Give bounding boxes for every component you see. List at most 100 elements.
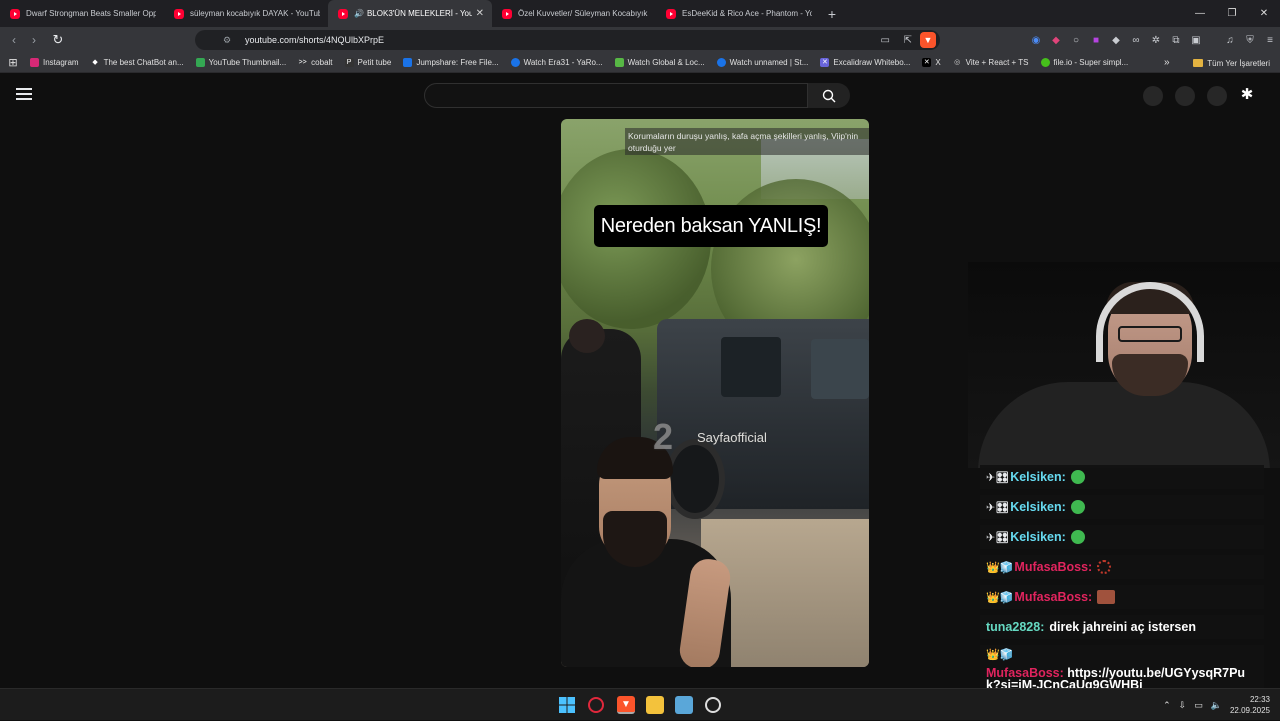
emote-icon — [1070, 530, 1085, 544]
share-icon[interactable]: ⇱ — [904, 35, 912, 46]
notifications-button[interactable] — [1175, 86, 1195, 106]
bookmark-jumpshare[interactable]: Jumpshare: Free File... — [403, 58, 499, 67]
youtube-icon — [666, 8, 676, 19]
watermark-mark: 2 — [653, 416, 674, 457]
network-icon[interactable]: ▭ — [1194, 700, 1203, 711]
create-button[interactable] — [1143, 86, 1163, 106]
obs-icon[interactable] — [705, 697, 721, 713]
extension-blank-icon[interactable]: ○ — [1066, 35, 1086, 46]
speaker-icon[interactable]: 🔊 — [354, 9, 364, 18]
tab-title: Dwarf Strongman Beats Smaller Opp — [26, 9, 156, 18]
new-tab-button[interactable]: + — [820, 0, 844, 27]
bookmark-excalidraw[interactable]: ✕ Excalidraw Whitebo... — [820, 58, 910, 67]
extension-glasses-icon[interactable]: ∞ — [1126, 35, 1146, 46]
opera-icon[interactable] — [588, 697, 604, 713]
tab-title: Özel Kuvvetler/ Süleyman Kocabıyık — [518, 9, 648, 18]
extensions-puzzle-icon[interactable]: ⧉ — [1166, 35, 1186, 46]
media-icon[interactable]: ♫ — [1220, 35, 1240, 46]
brave-shield-icon[interactable]: ▼ — [920, 32, 936, 48]
tab-dwarf-strongman[interactable]: Dwarf Strongman Beats Smaller Opp — [0, 0, 164, 27]
youtube-icon — [502, 8, 512, 19]
close-tab-icon[interactable]: ✕ — [476, 8, 484, 19]
clock[interactable]: 22:33 22.09.2025 — [1230, 694, 1270, 716]
bookmark-cobalt[interactable]: >> cobalt — [298, 58, 333, 67]
menu-icon[interactable]: ≡ — [1260, 35, 1280, 46]
bookmark-label: Watch Era31 - YaRo... — [523, 58, 603, 67]
avatar[interactable] — [1207, 86, 1227, 106]
volume-icon[interactable]: 🔈 — [1211, 700, 1222, 711]
cast-icon[interactable]: ▭ — [881, 35, 890, 46]
extension-purple-icon[interactable]: ■ — [1086, 35, 1106, 46]
chat-badges: 👑🧊 — [986, 649, 1014, 661]
stream-icon — [716, 58, 726, 67]
address-url[interactable]: youtube.com/shorts/4NQUlbXPrpE — [245, 35, 384, 45]
emote-icon — [1070, 470, 1085, 484]
chat-message: 👑🧊 MufasaBoss: — [980, 585, 1264, 609]
search-input[interactable] — [424, 83, 808, 108]
video-wheel — [665, 439, 725, 519]
folder-icon — [1193, 59, 1204, 67]
extension-wave-icon[interactable]: ◉ — [1026, 35, 1046, 46]
usb-icon[interactable]: ⇩ — [1179, 700, 1187, 711]
extension-shield-icon[interactable]: ◆ — [1046, 35, 1066, 46]
forward-icon[interactable]: › — [24, 33, 44, 47]
vpn-icon[interactable]: ⛨ — [1240, 35, 1260, 46]
bookmark-youtube-thumbnail[interactable]: YouTube Thumbnail... — [195, 58, 286, 67]
minimize-button[interactable]: — — [1184, 0, 1216, 27]
chevron-up-icon[interactable]: ⌃ — [1163, 700, 1171, 711]
bookmark-label: Watch Global & Loc... — [627, 58, 705, 67]
settings-gear-icon[interactable]: ✱ — [1238, 86, 1256, 104]
chat-message: tuna2828: direk jahreini aç istersen — [980, 615, 1264, 639]
diamond-icon: ◆ — [92, 59, 98, 66]
photos-icon[interactable] — [675, 696, 693, 714]
jumpshare-icon — [403, 58, 413, 67]
tab-ozel-kuvvetler[interactable]: Özel Kuvvetler/ Süleyman Kocabıyık — [492, 0, 656, 27]
bookmark-vite[interactable]: ◎ Vite + React + TS — [953, 58, 1028, 67]
file-explorer-icon[interactable] — [646, 696, 664, 714]
chat-badges: ✈🎛 — [986, 471, 1010, 484]
tab-esdeekid[interactable]: EsDeeKid & Rico Ace - Phantom - YouTube — [656, 0, 820, 27]
site-info-icon[interactable]: ⚙ — [223, 35, 231, 46]
youtube-icon — [10, 8, 20, 19]
bookmark-label: file.io - Super simpl... — [1053, 58, 1129, 67]
chat-badges: ✈🎛 — [986, 501, 1010, 514]
close-window-button[interactable]: ✕ — [1248, 0, 1280, 27]
tab-blok3-active[interactable]: 🔊 BLOK3'ÜN MELEKLERİ - YouTube ✕ — [328, 0, 492, 27]
video-car-window — [721, 337, 781, 397]
address-bar[interactable]: ⚙ youtube.com/shorts/4NQUlbXPrpE ▭ ⇱ ▼ — [195, 30, 940, 50]
sidebar-icon[interactable]: ▣ — [1186, 35, 1206, 46]
video-watermark: 2 Sayfaofficial — [653, 416, 767, 457]
chat-username: Kelsiken: — [1010, 500, 1066, 514]
chat-badges: ✈🎛 — [986, 531, 1010, 544]
search-button[interactable] — [808, 83, 850, 108]
brave-browser-icon[interactable]: ▼ — [617, 696, 635, 714]
chat-username: tuna2828: — [986, 620, 1045, 634]
chat-message: ✈🎛 Kelsiken: — [980, 465, 1264, 489]
extension-gear-icon[interactable]: ✲ — [1146, 35, 1166, 46]
bookmark-x[interactable]: ✕ X — [922, 58, 941, 67]
bookmark-unnamed[interactable]: Watch unnamed | St... — [716, 58, 808, 67]
more-bookmarks-icon[interactable]: » — [1164, 57, 1170, 68]
bookmark-instagram[interactable]: Instagram — [30, 58, 79, 67]
chat-username: Kelsiken: — [1010, 530, 1066, 544]
search-icon — [822, 89, 836, 102]
bookmark-chatbot[interactable]: ◆ The best ChatBot an... — [91, 58, 183, 67]
bookmark-fileio[interactable]: file.io - Super simpl... — [1040, 58, 1129, 67]
taskbar: ▼ ⌃ ⇩ ▭ 🔈 22:33 22.09.2025 — [0, 688, 1280, 720]
maximize-button[interactable]: ❐ — [1216, 0, 1248, 27]
bookmark-era31[interactable]: Watch Era31 - YaRo... — [510, 58, 603, 67]
back-icon[interactable]: ‹ — [4, 33, 24, 47]
extension-diamond-icon[interactable]: ◆ — [1106, 35, 1126, 46]
bookmark-petit-tube[interactable]: P Petit tube — [344, 58, 391, 67]
chat-message: ✈🎛 Kelsiken: — [980, 495, 1264, 519]
tab-suleyman-dayak[interactable]: süleyman kocabıyık DAYAK - YouTube — [164, 0, 328, 27]
bookmarks-bar: ⊞ Instagram ◆ The best ChatBot an... YouT… — [0, 53, 1280, 73]
guide-menu-icon[interactable] — [16, 88, 32, 103]
windows-start-icon[interactable] — [558, 696, 576, 714]
all-bookmarks[interactable]: Tüm Yer İşaretleri — [1193, 53, 1270, 73]
reload-icon[interactable]: ↻ — [48, 32, 68, 48]
bookmark-global-local[interactable]: Watch Global & Loc... — [614, 58, 705, 67]
shorts-video-player[interactable]: Korumaların duruşu yanlış, kafa açma şek… — [561, 119, 869, 667]
chat-username: Kelsiken: — [1010, 470, 1066, 484]
apps-grid-icon[interactable]: ⊞ — [0, 56, 26, 69]
